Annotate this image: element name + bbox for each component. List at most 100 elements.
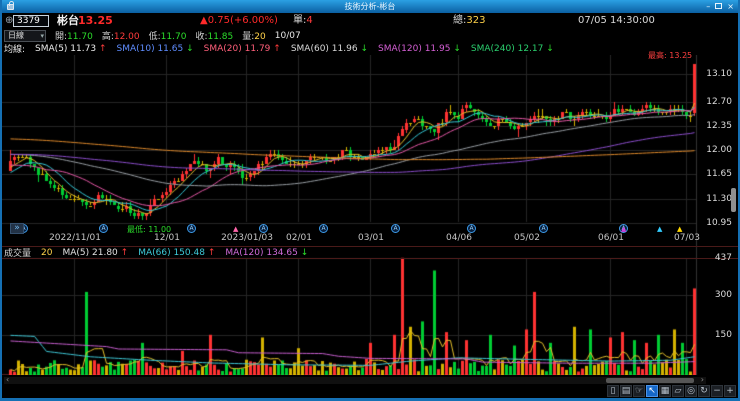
crop-region-icon[interactable]: ▱ bbox=[672, 385, 684, 397]
event-marker-icon[interactable]: A bbox=[259, 224, 268, 233]
unit-label: 單: bbox=[293, 15, 307, 26]
volume-ma-legend-item: MA(5) 21.80 ↑ bbox=[62, 247, 129, 258]
chevron-down-icon: ▾ bbox=[40, 31, 44, 40]
chart-canvas[interactable] bbox=[2, 55, 738, 375]
volume-ma-legend-item: MA(120) 134.65 ↓ bbox=[225, 247, 309, 258]
zoom-out-icon[interactable]: − bbox=[711, 385, 723, 397]
volume-pane-value: 20 bbox=[41, 247, 53, 258]
close-value: 11.85 bbox=[207, 32, 234, 42]
lock-icon bbox=[7, 1, 14, 10]
sma-legend-prefix: 均線: bbox=[4, 45, 26, 55]
print-icon[interactable]: ▤ bbox=[620, 385, 632, 397]
event-marker-icon[interactable]: A bbox=[467, 224, 476, 233]
low-label: 低: bbox=[148, 32, 161, 42]
date-tick-label: 07/03 bbox=[674, 233, 700, 243]
event-marker-icon[interactable]: A bbox=[187, 224, 196, 233]
event-marker-icon[interactable]: A bbox=[539, 224, 548, 233]
scroll-right-icon[interactable]: › bbox=[701, 376, 704, 384]
stock-code-input[interactable] bbox=[13, 15, 49, 27]
hand-pan-icon[interactable]: ☞ bbox=[633, 385, 645, 397]
eye-view-icon[interactable]: ◎ bbox=[685, 385, 697, 397]
price-axis-label: 10.95 bbox=[706, 217, 732, 228]
volume-axis-label: 300 bbox=[714, 289, 732, 300]
down-arrow-icon: ↓ bbox=[453, 43, 461, 54]
date-tick-label: 2022/11/01 bbox=[49, 233, 101, 243]
minimize-button[interactable]: – bbox=[706, 2, 710, 11]
open-value: 11.70 bbox=[67, 32, 93, 42]
cursor-icon[interactable]: ↖ bbox=[646, 385, 658, 397]
volume-axis-label: 150 bbox=[714, 329, 732, 340]
sma-legend-item: SMA(20) 11.79 ↑ bbox=[203, 43, 281, 54]
price-axis-label: 12.35 bbox=[706, 120, 732, 131]
close-button[interactable]: × bbox=[727, 2, 734, 11]
price-axis-label: 11.65 bbox=[706, 169, 732, 180]
price-axis-label: 13.10 bbox=[706, 69, 732, 79]
scrollbar-thumb[interactable] bbox=[606, 378, 694, 383]
date-tick-label: 06/01 bbox=[598, 233, 624, 243]
event-marker-icon[interactable]: A bbox=[391, 224, 400, 233]
date-tick-label: 04/06 bbox=[446, 233, 472, 243]
volume-ma-legend-item: MA(66) 150.48 ↑ bbox=[138, 247, 216, 258]
low-value: 11.70 bbox=[160, 32, 187, 42]
volume-pane-title: 成交量 bbox=[4, 249, 32, 259]
horizontal-scrollbar[interactable]: ‹ › bbox=[4, 376, 706, 384]
date-tick-label: 02/01 bbox=[286, 233, 312, 243]
down-arrow-icon: ↓ bbox=[186, 43, 194, 54]
high-label: 高: bbox=[101, 32, 114, 42]
sma-legend-item: SMA(120) 11.95 ↓ bbox=[378, 43, 461, 54]
separator-line bbox=[2, 258, 738, 259]
volume-legend: 成交量 20 MA(5) 21.80 ↑ MA(66) 150.48 ↑ MA(12… bbox=[2, 247, 738, 260]
chart-tools-toolbar: ▯ ▤ ☞ ↖ ▦ ▱ ◎ ↻ − + bbox=[607, 385, 736, 398]
scroll-left-icon[interactable]: ‹ bbox=[6, 376, 9, 384]
up-arrow-icon: ↑ bbox=[207, 247, 216, 258]
price-change: ▲0.75(+6.00%) bbox=[200, 15, 278, 26]
event-marker-icon[interactable]: A bbox=[99, 224, 108, 233]
sma-legend: 均線: SMA(5) 11.73 ↑ SMA(10) 11.65 ↓ SMA(20)… bbox=[2, 42, 738, 56]
triangle-marker-icon[interactable]: ▲ bbox=[677, 225, 682, 233]
quote-bar: ⊕ 彬台 13.25 ▲0.75(+6.00%) 單:4 總:323 07/05… bbox=[2, 13, 738, 29]
unit-value: 4 bbox=[306, 15, 313, 26]
low-annotation: 最低: 11.00 bbox=[127, 225, 172, 234]
price-axis-label: 11.30 bbox=[706, 193, 732, 204]
ohlc-toolbar: 日線 ▾ 開:11.70 高:12.00 低:11.70 收:11.85 量:20… bbox=[2, 29, 738, 42]
down-arrow-icon: ↓ bbox=[300, 247, 309, 258]
triangle-marker-icon[interactable]: ▲ bbox=[621, 225, 626, 233]
close-label: 收: bbox=[195, 32, 208, 42]
title-bar[interactable]: 技術分析-彬台 – × bbox=[2, 0, 738, 13]
sma-legend-item: SMA(240) 12.17 ↓ bbox=[470, 43, 554, 54]
new-page-icon[interactable]: ▯ bbox=[607, 385, 619, 397]
down-arrow-icon: ↓ bbox=[360, 43, 368, 54]
refresh-icon[interactable]: ↻ bbox=[698, 385, 710, 397]
technical-analysis-window: 技術分析-彬台 – × ⊕ 彬台 13.25 ▲0.75(+6.00%) 單:4… bbox=[0, 0, 740, 401]
volume-value: 20 bbox=[254, 32, 266, 42]
triangle-marker-icon[interactable]: ▲ bbox=[233, 225, 238, 233]
expand-markers-button[interactable]: » bbox=[10, 223, 24, 234]
period-select[interactable]: 日線 ▾ bbox=[4, 29, 46, 42]
sma-legend-item: SMA(60) 11.96 ↓ bbox=[290, 43, 368, 54]
open-label: 開: bbox=[55, 32, 68, 42]
high-value: 12.00 bbox=[113, 32, 140, 42]
date-tick-label: 03/01 bbox=[358, 233, 384, 243]
up-arrow-icon: ↑ bbox=[120, 247, 129, 258]
zoom-in-icon[interactable]: + bbox=[724, 385, 736, 397]
triangle-marker-icon[interactable]: ▲ bbox=[657, 225, 662, 233]
total-volume-value: 323 bbox=[466, 15, 486, 26]
volume-label: 量: bbox=[242, 32, 255, 42]
down-arrow-icon: ↓ bbox=[546, 43, 554, 54]
event-marker-icon[interactable]: A bbox=[319, 224, 328, 233]
window-title: 技術分析-彬台 bbox=[344, 2, 396, 11]
total-volume-label: 總: bbox=[453, 15, 467, 26]
maximize-button[interactable] bbox=[715, 3, 723, 9]
stock-name: 彬台 bbox=[57, 14, 79, 27]
high-annotation: 最高: 13.25 bbox=[648, 51, 693, 60]
sma-legend-item: SMA(5) 11.73 ↑ bbox=[35, 43, 107, 54]
price-axis-label: 12.70 bbox=[706, 96, 732, 107]
up-arrow-icon: ↑ bbox=[273, 43, 281, 54]
price-axis-label: 12.00 bbox=[706, 145, 732, 156]
date-tick-label: 05/02 bbox=[514, 233, 540, 243]
cursor-date: 10/07 bbox=[274, 30, 301, 41]
up-arrow-icon: ↑ bbox=[98, 43, 107, 54]
quote-datetime: 07/05 14:30:00 bbox=[578, 15, 655, 26]
vertical-scrollbar-thumb[interactable] bbox=[731, 188, 736, 212]
grid-table-icon[interactable]: ▦ bbox=[659, 385, 671, 397]
